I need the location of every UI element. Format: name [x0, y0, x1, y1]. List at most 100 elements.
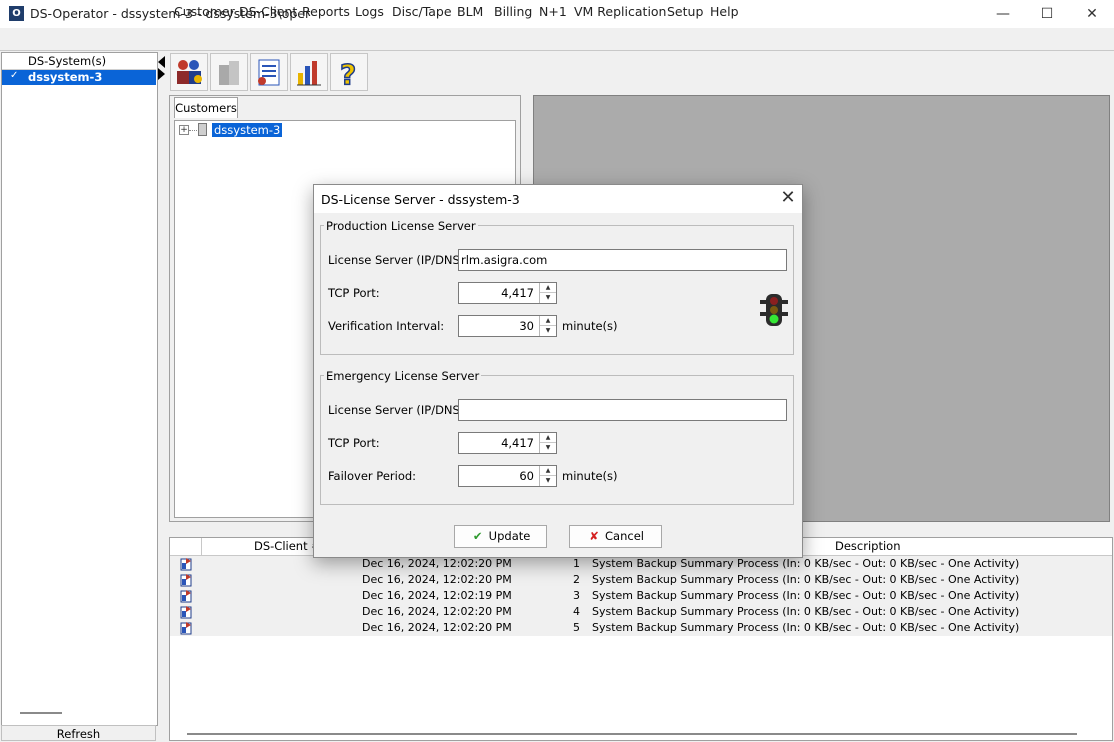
report-icon	[258, 59, 280, 86]
ds-system-header-label: DS-System(s)	[28, 54, 107, 68]
check-icon: ✓	[10, 70, 19, 81]
app-icon: O	[9, 6, 24, 21]
traffic-light-icon	[760, 294, 788, 326]
emg-port-label: TCP Port:	[328, 436, 380, 450]
prod-port-label: TCP Port:	[328, 286, 380, 300]
spin-buttons[interactable]: ▲ ▼	[539, 433, 556, 453]
table-row[interactable]: Dec 16, 2024, 12:02:20 PM 5 System Backu…	[170, 620, 1019, 636]
spin-up-icon[interactable]: ▲	[540, 283, 556, 293]
emg-failover-unit: minute(s)	[562, 469, 618, 483]
row-datetime: Dec 16, 2024, 12:02:20 PM	[362, 621, 512, 634]
help-icon: ?	[339, 57, 357, 87]
menu-n-plus-1[interactable]: N+1	[539, 4, 567, 19]
spin-down-icon[interactable]: ▼	[540, 293, 556, 302]
ds-system-item-label: dssystem-3	[28, 70, 103, 84]
prod-server-label: License Server (IP/DNS):	[328, 253, 469, 267]
disabled-icon	[219, 61, 239, 85]
maximize-button[interactable]: ☐	[1024, 0, 1070, 28]
emg-port-value: 4,417	[501, 436, 534, 450]
toolbar-report-button[interactable]	[250, 53, 288, 91]
emg-failover-stepper[interactable]: 60 ▲ ▼	[458, 465, 557, 487]
toolbar-disabled-button[interactable]	[210, 53, 248, 91]
prod-interval-label: Verification Interval:	[328, 319, 445, 333]
menu-bar	[0, 28, 1114, 50]
spin-up-icon[interactable]: ▲	[540, 316, 556, 326]
spin-buttons[interactable]: ▲ ▼	[539, 283, 556, 303]
emergency-group-title: Emergency License Server	[324, 369, 482, 383]
expand-plus-icon[interactable]: +	[179, 125, 189, 135]
customers-icon	[177, 60, 202, 84]
tree-connector	[189, 130, 197, 132]
row-description: System Backup Summary Process (In: 0 KB/…	[592, 573, 1020, 586]
row-number: 3	[573, 589, 580, 602]
cancel-x-icon: ✘	[589, 529, 599, 543]
menu-disc-tape[interactable]: Disc/Tape	[392, 4, 452, 19]
prod-interval-stepper[interactable]: 30 ▲ ▼	[458, 315, 557, 337]
spin-buttons[interactable]: ▲ ▼	[539, 466, 556, 486]
table-row[interactable]: Dec 16, 2024, 12:02:20 PM 4 System Backu…	[170, 604, 1019, 620]
prod-interval-unit: minute(s)	[562, 319, 618, 333]
ds-system-header: DS-System(s)	[2, 53, 156, 70]
close-window-button[interactable]: ✕	[1069, 0, 1114, 28]
spin-down-icon[interactable]: ▼	[540, 326, 556, 335]
row-datetime: Dec 16, 2024, 12:02:20 PM	[362, 605, 512, 618]
grid-scrollbar[interactable]	[187, 733, 1077, 735]
menu-separator	[0, 50, 1114, 51]
emg-failover-value: 60	[519, 469, 534, 483]
row-datetime: Dec 16, 2024, 12:02:20 PM	[362, 557, 512, 570]
column-separator	[201, 538, 202, 555]
left-scrollbar[interactable]	[20, 712, 62, 714]
minimize-button[interactable]: —	[980, 0, 1026, 28]
table-row[interactable]: Dec 16, 2024, 12:02:20 PM 2 System Backu…	[170, 572, 1019, 588]
row-number: 1	[573, 557, 580, 570]
dialog-title: DS-License Server - dssystem-3	[321, 192, 520, 207]
toolbar-customers-button[interactable]	[170, 53, 208, 91]
row-description: System Backup Summary Process (In: 0 KB/…	[592, 621, 1020, 634]
menu-customer[interactable]: Customer	[174, 4, 235, 19]
prod-server-input[interactable]: rlm.asigra.com	[458, 249, 787, 271]
row-description: System Backup Summary Process (In: 0 KB/…	[592, 605, 1020, 618]
table-row[interactable]: Dec 16, 2024, 12:02:20 PM 1 System Backu…	[170, 556, 1019, 572]
cancel-label: Cancel	[605, 529, 644, 543]
column-description[interactable]: Description	[835, 539, 901, 553]
update-label: Update	[488, 529, 531, 543]
emg-port-stepper[interactable]: 4,417 ▲ ▼	[458, 432, 557, 454]
cancel-button[interactable]: ✘ Cancel	[569, 525, 662, 548]
toolbar-stats-button[interactable]	[290, 53, 328, 91]
update-button[interactable]: ✔ Update	[454, 525, 547, 548]
prod-port-stepper[interactable]: 4,417 ▲ ▼	[458, 282, 557, 304]
ds-system-item[interactable]: ✓ dssystem-3	[2, 70, 156, 85]
menu-billing[interactable]: Billing	[494, 4, 532, 19]
menu-ds-client[interactable]: DS-Client	[239, 4, 297, 19]
row-number: 4	[573, 605, 580, 618]
emg-server-input[interactable]	[458, 399, 787, 421]
menu-setup[interactable]: Setup	[667, 4, 703, 19]
svg-text:?: ?	[340, 58, 356, 87]
server-icon	[198, 123, 207, 136]
tab-customers[interactable]: Customers	[174, 97, 238, 118]
emg-server-label: License Server (IP/DNS):	[328, 403, 469, 417]
menu-help[interactable]: Help	[710, 4, 739, 19]
toolbar-help-button[interactable]: ?	[330, 53, 368, 91]
refresh-button[interactable]: Refresh	[1, 725, 156, 741]
process-icon	[180, 606, 192, 619]
spin-up-icon[interactable]: ▲	[540, 433, 556, 443]
menu-reports[interactable]: Reports	[302, 4, 350, 19]
menu-blm[interactable]: BLM	[457, 4, 483, 19]
stats-icon	[297, 61, 321, 86]
menu-vm-replication[interactable]: VM Replication	[574, 4, 666, 19]
table-row[interactable]: Dec 16, 2024, 12:02:19 PM 3 System Backu…	[170, 588, 1019, 604]
row-datetime: Dec 16, 2024, 12:02:20 PM	[362, 573, 512, 586]
ds-system-pane	[1, 52, 158, 726]
spin-down-icon[interactable]: ▼	[540, 443, 556, 452]
menu-logs[interactable]: Logs	[355, 4, 384, 19]
process-icon	[180, 590, 192, 603]
column-ds-client[interactable]: DS-Client #	[254, 539, 321, 553]
collapse-left-arrow-icon[interactable]	[158, 56, 165, 68]
spin-buttons[interactable]: ▲ ▼	[539, 316, 556, 336]
dialog-close-button[interactable]: ✕	[776, 187, 800, 209]
expand-right-arrow-icon[interactable]	[158, 68, 165, 80]
tree-item-dssystem[interactable]: dssystem-3	[212, 123, 283, 137]
spin-up-icon[interactable]: ▲	[540, 466, 556, 476]
spin-down-icon[interactable]: ▼	[540, 476, 556, 485]
